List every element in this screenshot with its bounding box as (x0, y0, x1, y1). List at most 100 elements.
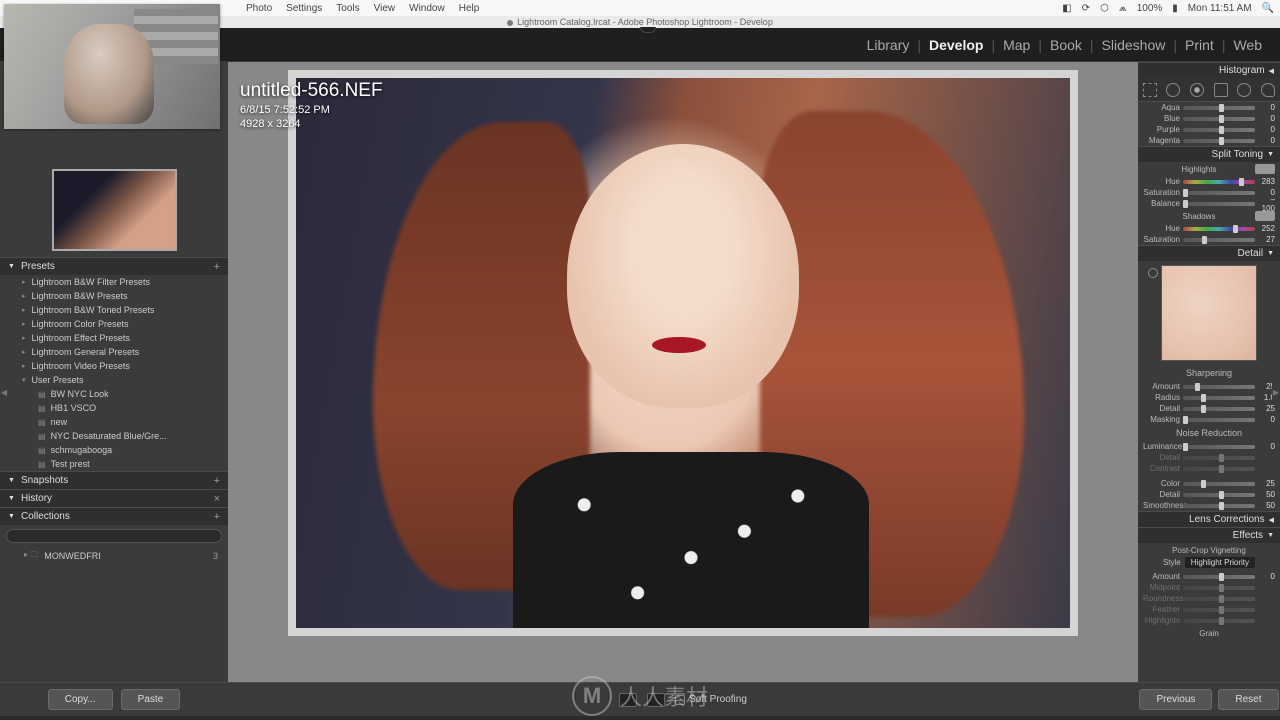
slider-track[interactable] (1183, 227, 1255, 231)
slider-track[interactable] (1183, 238, 1255, 242)
slider-value[interactable]: 50 (1255, 501, 1275, 510)
preset-item[interactable]: NYC Desaturated Blue/Gre... (0, 429, 228, 443)
loupe-view[interactable]: untitled-566.NEF 6/8/15 7:52:52 PM 4928 … (228, 62, 1138, 682)
spotlight-icon[interactable]: 🔍 (1262, 3, 1274, 14)
slider-value[interactable]: 25 (1255, 404, 1275, 413)
slider-value[interactable]: 0 (1255, 114, 1275, 123)
slider-track[interactable] (1183, 385, 1255, 389)
collection-item[interactable]: MONWEDFRI 3 (0, 547, 228, 565)
vignette-style-select[interactable]: Highlight Priority (1185, 557, 1255, 568)
module-develop[interactable]: Develop (929, 37, 983, 53)
add-collection-icon[interactable]: + (214, 511, 220, 523)
detail-preview[interactable] (1161, 265, 1257, 361)
menu-tools[interactable]: Tools (336, 3, 359, 14)
menu-photo[interactable]: Photo (246, 3, 272, 14)
spot-removal-tool-icon[interactable] (1166, 83, 1180, 97)
module-map[interactable]: Map (1003, 37, 1030, 53)
slider-track[interactable] (1183, 482, 1255, 486)
add-snapshot-icon[interactable]: + (214, 475, 220, 487)
slider-track[interactable] (1183, 504, 1255, 508)
slider-track[interactable] (1183, 396, 1255, 400)
before-after-view-icon[interactable] (647, 693, 665, 707)
slider-value[interactable]: 0 (1255, 415, 1275, 424)
preset-folder[interactable]: Lightroom B&W Presets (0, 289, 228, 303)
slider-track[interactable] (1183, 445, 1255, 449)
soft-proofing-checkbox[interactable] (675, 695, 685, 705)
radial-filter-tool-icon[interactable] (1237, 83, 1251, 97)
slider-track[interactable] (1183, 619, 1255, 623)
slider-track[interactable] (1183, 597, 1255, 601)
preset-folder[interactable]: Lightroom Video Presets (0, 359, 228, 373)
menu-view[interactable]: View (374, 3, 396, 14)
paste-button[interactable]: Paste (121, 689, 181, 710)
preset-item[interactable]: new (0, 415, 228, 429)
preset-folder[interactable]: Lightroom B&W Filter Presets (0, 275, 228, 289)
slider-value[interactable]: 0 (1255, 103, 1275, 112)
slider-track[interactable] (1183, 106, 1255, 110)
add-preset-icon[interactable]: + (214, 261, 220, 273)
split-toning-header[interactable]: Split Toning▼ (1138, 146, 1280, 162)
effects-header[interactable]: Effects▼ (1138, 527, 1280, 543)
slider-track[interactable] (1183, 191, 1255, 195)
slider-track[interactable] (1183, 128, 1255, 132)
collections-header[interactable]: ▼Collections+ (0, 507, 228, 525)
slider-value[interactable]: 0 (1255, 442, 1275, 451)
clear-history-icon[interactable]: × (214, 493, 220, 505)
preset-folder[interactable]: Lightroom Color Presets (0, 317, 228, 331)
slider-value[interactable]: 0 (1255, 125, 1275, 134)
menu-window[interactable]: Window (409, 3, 445, 14)
graduated-filter-tool-icon[interactable] (1214, 83, 1228, 97)
slider-track[interactable] (1183, 407, 1255, 411)
slider-track[interactable] (1183, 608, 1255, 612)
slider-track[interactable] (1183, 493, 1255, 497)
preset-folder-user[interactable]: User Presets (0, 373, 228, 387)
preset-folder[interactable]: Lightroom Effect Presets (0, 331, 228, 345)
slider-value[interactable]: 252 (1255, 224, 1275, 233)
detail-picker-icon[interactable] (1148, 268, 1158, 278)
shadows-swatch[interactable] (1255, 211, 1275, 221)
preset-item[interactable]: Test prest (0, 457, 228, 471)
module-slideshow[interactable]: Slideshow (1102, 37, 1166, 53)
previous-button[interactable]: Previous (1139, 689, 1212, 710)
loupe-view-icon[interactable] (619, 693, 637, 707)
highlights-swatch[interactable] (1255, 164, 1275, 174)
navigator-thumbnail[interactable] (52, 169, 177, 251)
panel-toggle-right[interactable]: ▶ (1272, 382, 1280, 402)
lens-corrections-header[interactable]: Lens Corrections◀ (1138, 511, 1280, 527)
slider-track[interactable] (1183, 180, 1255, 184)
copy-button[interactable]: Copy... (48, 689, 113, 710)
slider-value[interactable]: 27 (1255, 235, 1275, 244)
module-web[interactable]: Web (1233, 37, 1262, 53)
module-print[interactable]: Print (1185, 37, 1214, 53)
preset-folder[interactable]: Lightroom General Presets (0, 345, 228, 359)
collections-search-input[interactable] (6, 529, 222, 543)
photo-preview[interactable] (296, 78, 1070, 628)
panel-toggle-left[interactable]: ◀ (0, 382, 8, 402)
slider-track[interactable] (1183, 117, 1255, 121)
redeye-tool-icon[interactable] (1190, 83, 1204, 97)
module-library[interactable]: Library (867, 37, 910, 53)
detail-header[interactable]: Detail▼ (1138, 245, 1280, 261)
slider-track[interactable] (1183, 586, 1255, 590)
slider-track[interactable] (1183, 202, 1255, 206)
slider-value[interactable]: 0 (1255, 136, 1275, 145)
adjustment-brush-tool-icon[interactable] (1261, 83, 1275, 97)
preset-folder[interactable]: Lightroom B&W Toned Presets (0, 303, 228, 317)
slider-value[interactable]: 283 (1255, 177, 1275, 186)
reset-button[interactable]: Reset (1218, 689, 1278, 710)
preset-item[interactable]: HB1 VSCO (0, 401, 228, 415)
slider-value[interactable]: 50 (1255, 490, 1275, 499)
crop-tool-icon[interactable] (1143, 83, 1157, 97)
history-header[interactable]: ▼History× (0, 489, 228, 507)
snapshots-header[interactable]: ▼Snapshots+ (0, 471, 228, 489)
slider-value[interactable]: 0 (1255, 572, 1275, 581)
slider-track[interactable] (1183, 456, 1255, 460)
module-book[interactable]: Book (1050, 37, 1082, 53)
preset-item[interactable]: BW NYC Look (0, 387, 228, 401)
panel-toggle-top[interactable] (640, 27, 656, 33)
preset-item[interactable]: schmugabooga (0, 443, 228, 457)
slider-track[interactable] (1183, 139, 1255, 143)
menu-help[interactable]: Help (459, 3, 480, 14)
slider-track[interactable] (1183, 467, 1255, 471)
histogram-header[interactable]: Histogram◀ (1138, 62, 1280, 78)
